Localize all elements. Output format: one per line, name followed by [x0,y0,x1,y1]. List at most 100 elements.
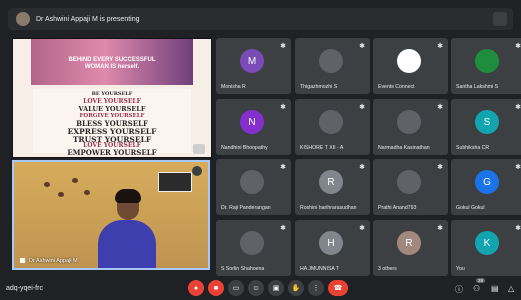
participant-avatar [319,49,343,73]
participant-name: Santha Lakshmi S [456,84,499,90]
participant-tile[interactable]: ✱ Narmadha Kasinathan [373,99,448,155]
mic-off-button[interactable]: ● [188,280,204,296]
participant-tile[interactable]: ✱ Thigazhmozhi S [295,38,370,94]
muted-mic-icon: ✱ [280,43,286,50]
participant-avatar: R [397,231,421,255]
butterfly-decal [84,190,90,195]
participant-avatar: G [475,170,499,194]
emoji-button[interactable]: ☺ [248,280,264,296]
participant-avatar: R [319,170,343,194]
participant-tile[interactable]: H ✱ HA JMUNNISA T [295,220,370,276]
muted-mic-icon: ✱ [437,104,443,111]
participant-name: S Sorlin Shahoena [221,266,265,272]
muted-mic-icon: ✱ [280,104,286,111]
tile-options-icon[interactable] [192,166,202,176]
people-icon[interactable]: ⚇ [473,284,480,293]
participant-tile[interactable]: M ✱ Monisha R [216,38,291,94]
presenter-name: Dr Ashwini Appaji M [29,258,78,264]
slide-line: EMPOWER YOURSELF [67,148,157,157]
muted-mic-icon: ✱ [359,43,365,50]
muted-mic-icon: ✱ [515,164,521,171]
camera-off-button[interactable]: ■ [208,280,224,296]
presenter-body [98,220,156,268]
participant-tile[interactable]: ✱ KISHORE T XII - A [295,99,370,155]
participant-name: Subhiksha CR [456,145,490,151]
participant-name: Gokul Gokul [456,205,485,211]
poster-title: BEHIND EVERY SUCCESSFUL WOMAN IS herself… [35,57,189,71]
participant-avatar [397,170,421,194]
participant-name: Narmadha Kasinathan [378,145,430,151]
meeting-code: adq-yqei-frc [6,285,43,292]
presenter-hair [115,189,141,203]
participant-tile[interactable]: R ✱ Roshini harihrarasudhan [295,159,370,215]
participant-tile[interactable]: S ✱ Subhiksha CR [451,99,521,155]
participant-avatar: S [475,110,499,134]
participant-avatar: N [240,110,264,134]
info-icon[interactable]: ⓘ [455,284,463,295]
participant-avatar [397,49,421,73]
participant-tile[interactable]: ✱ Santha Lakshmi S [451,38,521,94]
muted-mic-icon: ✱ [515,225,521,232]
participant-tile[interactable]: ✱ Events Connect [373,38,448,94]
participant-avatar: M [240,49,264,73]
participant-name: Prathi Anand793 [378,205,417,211]
wall-frames [158,172,192,192]
people-count-badge: 28 [476,278,486,283]
slide-line: BE YOURSELF [91,91,133,97]
pin-icon [20,258,25,264]
present-button[interactable]: ▣ [268,280,284,296]
participant-name: 3 others [378,266,397,272]
participant-name: Dr. Raji Panderangan [221,205,271,211]
butterfly-decal [44,182,50,187]
presenter-avatar [16,12,30,26]
muted-mic-icon: ✱ [437,225,443,232]
muted-mic-icon: ✱ [359,104,365,111]
muted-mic-icon: ✱ [280,225,286,232]
participant-avatar: H [319,231,343,255]
muted-mic-icon: ✱ [515,104,521,111]
participant-name: You [456,266,465,272]
activities-icon[interactable]: △ [508,284,514,293]
participant-name: KISHORE T XII - A [300,145,344,151]
stop-presenting-button[interactable] [493,12,507,26]
muted-mic-icon: ✱ [359,225,365,232]
participant-avatar: K [475,231,499,255]
muted-mic-icon: ✱ [280,164,286,171]
participant-name: Monisha R [221,84,246,90]
participant-avatar [319,110,343,134]
participant-avatar [397,110,421,134]
control-bar: adq-yqei-frc ● ■ ▭ ☺ ▣ ✋ ⋮ ☎ ⓘ ⚇ 28 ▤ △ [0,277,521,300]
captions-button[interactable]: ▭ [228,280,244,296]
muted-mic-icon: ✱ [359,164,365,171]
presenter-name-label: Dr Ashwini Appaji M [20,258,78,264]
participant-name: Nandhini Bhoopathy [221,145,268,151]
participant-name: Roshini harihrarasudhan [300,205,357,211]
participant-name: Events Connect [378,84,415,90]
slide-line: VALUE YOURSELF [78,105,146,113]
participant-tile[interactable]: N ✱ Nandhini Bhoopathy [216,99,291,155]
end-call-button[interactable]: ☎ [328,280,348,296]
chat-icon[interactable]: ▤ [491,284,499,293]
muted-mic-icon: ✱ [515,43,521,50]
presenting-banner: Dr Ashwini Appaji M is presenting [8,8,513,30]
raise-hand-button[interactable]: ✋ [288,280,304,296]
more-options-button[interactable]: ⋮ [308,280,324,296]
participant-tile[interactable]: ✱ Prathi Anand793 [373,159,448,215]
participant-tile[interactable]: G ✱ Gokul Gokul [451,159,521,215]
participant-avatar [240,170,264,194]
share-options-icon[interactable] [193,144,205,154]
muted-mic-icon: ✱ [437,164,443,171]
participant-tile[interactable]: ✱ S Sorlin Shahoena [216,220,291,276]
butterfly-decal [72,178,78,183]
presenter-camera-tile[interactable]: Dr Ashwini Appaji M [12,160,210,270]
participant-tile[interactable]: R ✱ 3 others [373,220,448,276]
participant-avatar [475,49,499,73]
presentation-stage: BEHIND EVERY SUCCESSFUL WOMAN IS herself… [12,38,212,158]
poster-title-line2: WOMAN IS herself. [84,64,140,70]
participant-tile[interactable]: K ✱ You [451,220,521,276]
poster-title-line1: BEHIND EVERY SUCCESSFUL [68,57,156,63]
slide-line: LOVE YOURSELF [83,98,141,105]
participant-name: Thigazhmozhi S [300,84,338,90]
participant-name: HA JMUNNISA T [300,266,340,272]
participant-tile[interactable]: ✱ Dr. Raji Panderangan [216,159,291,215]
